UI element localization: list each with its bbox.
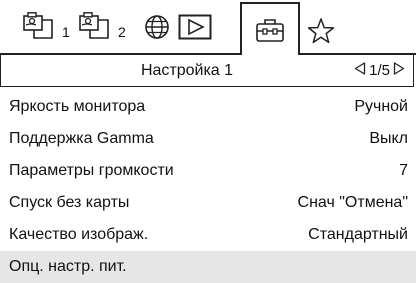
setting-label: Опц. настр. пит. bbox=[9, 258, 127, 275]
page-number: 1/5 bbox=[369, 62, 390, 79]
setting-value: Выкл bbox=[369, 130, 408, 147]
settings-list: Яркость монитора Ручной Поддержка Gamma … bbox=[0, 91, 416, 283]
setting-label: Яркость монитора bbox=[9, 98, 146, 115]
playback-folder-icon bbox=[22, 12, 60, 42]
setting-row-power-options[interactable]: Опц. настр. пит. bbox=[0, 251, 416, 283]
page-title: Настройка 1 bbox=[140, 62, 234, 79]
triangle-left-icon[interactable] bbox=[354, 55, 366, 87]
setting-value: Снач "Отмена" bbox=[297, 194, 408, 211]
tab-playback[interactable] bbox=[178, 8, 212, 46]
menu-tab-bar: 1 2 bbox=[0, 0, 416, 55]
setting-label: Поддержка Gamma bbox=[9, 130, 154, 147]
setting-row-monitor-brightness[interactable]: Яркость монитора Ручной bbox=[0, 91, 416, 123]
setting-row-gamma-assist[interactable]: Поддержка Gamma Выкл bbox=[0, 123, 416, 155]
setting-value: Стандартный bbox=[308, 226, 408, 243]
star-icon bbox=[307, 17, 335, 45]
tab-network[interactable] bbox=[144, 8, 170, 46]
setting-label: Качество изображ. bbox=[9, 226, 149, 243]
toolbox-icon bbox=[255, 17, 285, 43]
setting-label: Спуск без карты bbox=[9, 194, 130, 211]
playback-folder-icon bbox=[78, 12, 116, 42]
play-icon bbox=[178, 14, 212, 40]
setting-row-image-quality[interactable]: Качество изображ. Стандартный bbox=[0, 219, 416, 251]
setting-row-release-without-card[interactable]: Спуск без карты Снач "Отмена" bbox=[0, 187, 416, 219]
tab-number: 2 bbox=[118, 24, 126, 40]
setting-value: Ручной bbox=[354, 98, 408, 115]
tab-setup[interactable] bbox=[240, 2, 300, 55]
tab-my-menu[interactable] bbox=[307, 12, 335, 50]
setting-row-volume[interactable]: Параметры громкости 7 bbox=[0, 155, 416, 187]
setting-label: Параметры громкости bbox=[9, 162, 174, 179]
tab-playback-1[interactable]: 1 bbox=[22, 8, 70, 46]
setting-value: 7 bbox=[399, 162, 408, 179]
tab-playback-2[interactable]: 2 bbox=[78, 8, 126, 46]
globe-icon bbox=[144, 14, 170, 40]
tab-number: 1 bbox=[62, 24, 70, 40]
triangle-right-icon[interactable] bbox=[393, 55, 405, 87]
page-indicator: 1/5 bbox=[354, 55, 405, 87]
menu-header: Настройка 1 1/5 bbox=[0, 55, 414, 87]
